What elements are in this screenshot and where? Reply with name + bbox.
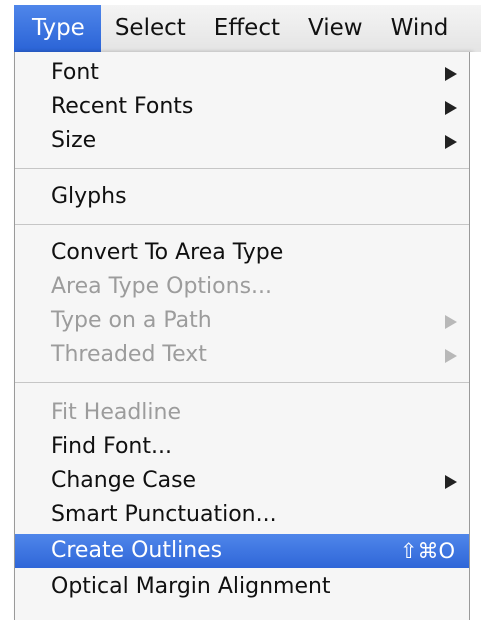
menu-item-fit-headline: Fit Headline [15,396,469,430]
submenu-arrow-icon [445,67,457,81]
menu-item-label: Smart Punctuation... [51,502,277,527]
menu-separator [15,382,469,383]
menu-item-label: Find Font... [51,434,172,459]
menu-item-find-font[interactable]: Find Font... [15,430,469,464]
menu-item-label: Convert To Area Type [51,240,284,265]
menu-item-smart-punctuation[interactable]: Smart Punctuation... [15,498,469,532]
menubar-item-effect[interactable]: Effect [200,5,294,52]
background-strip [470,52,481,620]
menu-item-type-on-a-path: Type on a Path [15,304,469,338]
menu-item-label: Threaded Text [51,342,207,367]
menu-item-label: Glyphs [51,184,127,209]
menu-item-change-case[interactable]: Change Case [15,464,469,498]
menu-item-label: Fit Headline [51,400,182,425]
menu-item-label: Create Outlines [51,538,223,563]
menubar-item-type[interactable]: Type [14,5,101,52]
submenu-arrow-icon [445,101,457,115]
menu-item-threaded-text: Threaded Text [15,338,469,372]
menu-separator [15,168,469,169]
menu-item-area-type-options: Area Type Options... [15,270,469,304]
menu-item-optical-margin-alignment[interactable]: Optical Margin Alignment [15,570,469,604]
menu-item-glyphs[interactable]: Glyphs [15,180,469,214]
menubar-item-view[interactable]: View [294,5,377,52]
menu-item-size[interactable]: Size [15,124,469,158]
submenu-arrow-icon [445,475,457,489]
keyboard-shortcut: ⇧⌘O [399,539,455,563]
type-menu-dropdown: Font Recent Fonts Size Glyphs Convert To… [14,52,470,620]
menu-item-label: Font [51,60,99,85]
submenu-arrow-icon [445,315,457,329]
menu-item-label: Recent Fonts [51,94,194,119]
menu-separator [15,224,469,225]
menu-item-label: Optical Margin Alignment [51,574,331,599]
menubar-item-window[interactable]: Wind [377,5,463,52]
menubar-item-select[interactable]: Select [101,5,200,52]
menu-item-create-outlines[interactable]: Create Outlines ⇧⌘O [15,534,469,568]
menu-item-convert-to-area-type[interactable]: Convert To Area Type [15,236,469,270]
menu-item-recent-fonts[interactable]: Recent Fonts [15,90,469,124]
menu-bar: Type Select Effect View Wind [14,5,481,53]
submenu-arrow-icon [445,135,457,149]
submenu-arrow-icon [445,349,457,363]
menu-item-label: Area Type Options... [51,274,273,299]
screenshot-frame: Type Select Effect View Wind Font Recent… [0,0,481,620]
menu-item-label: Size [51,128,97,153]
menu-item-font[interactable]: Font [15,56,469,90]
menu-item-label: Change Case [51,468,197,493]
menu-item-label: Type on a Path [51,308,212,333]
